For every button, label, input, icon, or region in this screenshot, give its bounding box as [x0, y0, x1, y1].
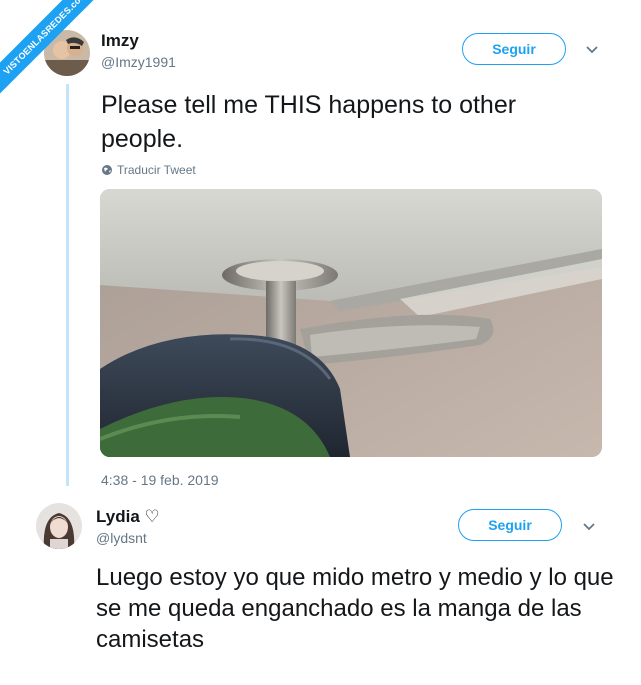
follow-button[interactable]: Seguir: [458, 509, 562, 541]
tweet-timestamp[interactable]: 4:38 - 19 feb. 2019: [101, 472, 219, 488]
display-name[interactable]: Lydia ♡: [96, 507, 160, 527]
user-handle[interactable]: @lydsnt: [96, 530, 147, 546]
chevron-down-icon[interactable]: [582, 522, 596, 532]
tweet-text: Luego estoy yo que mido metro y medio y …: [96, 564, 614, 653]
tweet-photo[interactable]: [100, 189, 602, 457]
user-handle[interactable]: @Imzy1991: [101, 54, 176, 70]
avatar[interactable]: [36, 503, 82, 549]
chevron-down-icon[interactable]: [585, 45, 599, 55]
translate-label[interactable]: Traducir Tweet: [117, 163, 196, 177]
tweet-text: Please tell me THIS happens to other peo…: [101, 91, 517, 153]
thread-line: [66, 84, 69, 486]
translate-tweet-link[interactable]: Traducir Tweet: [101, 163, 196, 177]
tweet-original: Imzy @Imzy1991 Seguir Please tell me THI…: [0, 0, 641, 500]
display-name[interactable]: Imzy: [101, 31, 139, 51]
globe-icon: [102, 165, 112, 175]
follow-button[interactable]: Seguir: [462, 33, 566, 65]
photo-door-knob-sleeve: [100, 189, 602, 457]
